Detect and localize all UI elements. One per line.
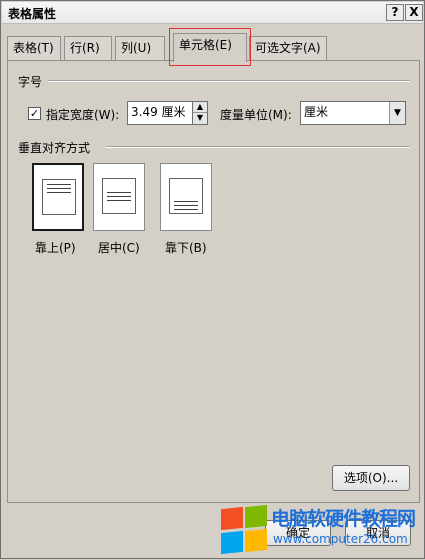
options-button[interactable]: 选项(O)... xyxy=(332,465,410,491)
align-center-button[interactable] xyxy=(93,163,145,231)
watermark-title: 电脑软硬件教程网 xyxy=(271,508,416,530)
title-bar: 表格属性 ? X xyxy=(2,2,423,24)
vertical-alignment-heading: 垂直对齐方式 xyxy=(18,141,91,155)
cell-tab-panel: 字号 ✓ 指定宽度(W): 3.49 厘米 ▲ ▼ 度量单位(M): 厘米 ▼ … xyxy=(7,60,420,503)
width-spinner[interactable]: ▲ ▼ xyxy=(192,101,208,125)
watermark-url: www.computer26.com xyxy=(273,532,408,546)
spin-down-icon[interactable]: ▼ xyxy=(193,113,207,124)
chevron-down-icon[interactable]: ▼ xyxy=(389,102,405,124)
close-button[interactable]: X xyxy=(405,4,423,21)
unit-label: 度量单位(M): xyxy=(220,108,292,122)
dialog-title: 表格属性 xyxy=(8,7,57,21)
align-bottom-icon xyxy=(169,178,203,214)
align-center-label: 居中(C) xyxy=(98,241,140,255)
unit-dropdown-value: 厘米 xyxy=(304,105,329,119)
tab-row[interactable]: 行(R) xyxy=(64,36,112,61)
specify-width-checkbox[interactable]: ✓ xyxy=(28,107,41,120)
alignment-separator xyxy=(106,146,410,148)
align-bottom-label: 靠下(B) xyxy=(165,241,207,255)
size-heading: 字号 xyxy=(18,75,43,89)
tab-alt-text[interactable]: 可选文字(A) xyxy=(249,36,327,61)
specify-width-label: 指定宽度(W): xyxy=(46,108,120,122)
align-top-button[interactable] xyxy=(32,163,84,231)
help-button[interactable]: ? xyxy=(386,4,404,21)
tab-cell[interactable]: 单元格(E) xyxy=(173,33,247,62)
table-properties-dialog: 表格属性 ? X 表格(T) 行(R) 列(U) 单元格(E) 可选文字(A) … xyxy=(0,0,425,559)
align-top-icon xyxy=(42,179,76,215)
align-bottom-button[interactable] xyxy=(160,163,212,231)
size-separator xyxy=(48,80,410,82)
spin-up-icon[interactable]: ▲ xyxy=(193,102,207,113)
unit-dropdown[interactable]: 厘米 ▼ xyxy=(300,101,406,125)
align-top-label: 靠上(P) xyxy=(35,241,76,255)
align-center-icon xyxy=(102,178,136,214)
windows-logo-icon xyxy=(219,504,269,555)
tab-table[interactable]: 表格(T) xyxy=(7,36,61,61)
watermark: 电脑软硬件教程网 www.computer26.com xyxy=(219,502,425,560)
tab-column[interactable]: 列(U) xyxy=(115,36,165,61)
width-input[interactable]: 3.49 厘米 xyxy=(127,101,193,125)
